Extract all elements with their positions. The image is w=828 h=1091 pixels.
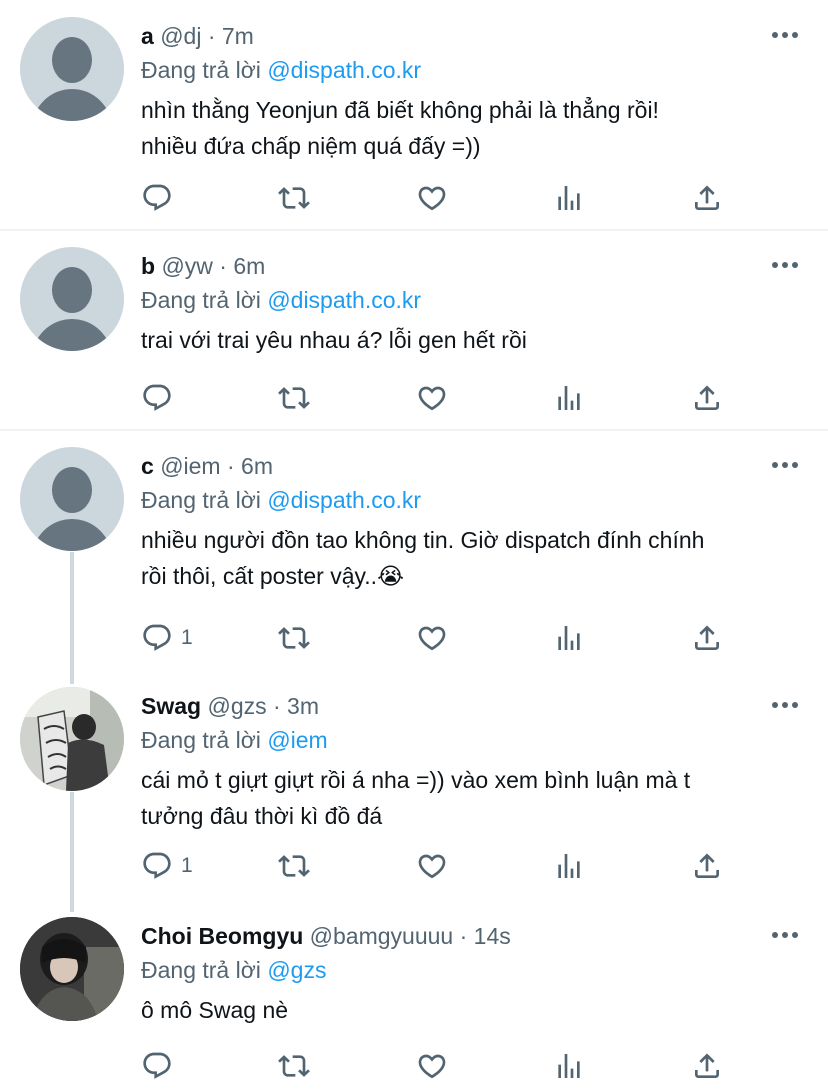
mention-link[interactable]: @dispath.co.kr [267,287,421,313]
retweet-icon [278,855,310,877]
action-bar [141,1048,741,1084]
tweet[interactable]: b @yw · 6m Đang trả lời @dispath.co.kr t… [0,230,828,430]
more-icon[interactable] [772,462,798,470]
retweet-icon [278,387,310,409]
views-icon [558,854,580,878]
mention-link[interactable]: @iem [267,727,327,753]
reply-icon [143,184,171,211]
reply-icon [143,852,171,879]
avatar[interactable] [20,447,124,551]
handle-time: @bamgyuuuu · 14s [309,923,511,949]
like-icon [418,626,446,651]
views-icon [558,186,580,210]
mention-link[interactable]: @dispath.co.kr [267,57,421,83]
views-button[interactable] [553,620,585,656]
tweet-text: cái mỏ t giựt giựt rồi á nha =)) vào xem… [141,767,691,829]
like-icon [418,386,446,411]
like-button[interactable] [416,180,448,216]
like-icon [418,854,446,879]
retweet-button[interactable] [278,180,310,216]
more-icon[interactable] [772,932,798,940]
handle-time: @yw · 6m [161,253,266,279]
views-icon [558,386,580,410]
more-icon[interactable] [772,262,798,270]
replying-to: Đang trả lời @dispath.co.kr [141,287,422,313]
tweet-text: nhiều người đồn tao không tin. Giờ dispa… [141,527,705,589]
replying-to: Đang trả lời @dispath.co.kr [141,487,422,513]
photo-avatar [20,917,124,1021]
mention-link[interactable]: @dispath.co.kr [267,487,421,513]
retweet-button[interactable] [278,620,310,656]
reply-button[interactable] [141,180,181,216]
views-button[interactable] [553,1048,585,1084]
reply-button[interactable] [141,380,181,416]
share-button[interactable] [691,180,723,216]
like-icon [418,186,446,211]
retweet-icon [278,627,310,649]
mention-link[interactable]: @gzs [267,957,326,983]
like-button[interactable] [416,380,448,416]
like-button[interactable] [416,848,448,884]
avatar[interactable] [20,917,124,1021]
action-bar [141,380,741,416]
display-name[interactable]: b [141,253,155,279]
reply-button[interactable]: 1 [141,620,193,656]
retweet-icon [278,187,310,209]
retweet-button[interactable] [278,848,310,884]
share-icon [695,853,719,878]
views-button[interactable] [553,180,585,216]
tweet[interactable]: Choi Beomgyu @bamgyuuuu · 14s Đang trả l… [0,900,828,1091]
share-icon [695,385,719,410]
share-icon [695,625,719,650]
like-button[interactable] [416,620,448,656]
views-button[interactable] [553,848,585,884]
share-icon [695,1053,719,1078]
handle-time: @dj · 7m [160,23,254,49]
action-bar: 1 [141,848,741,884]
retweet-button[interactable] [278,1048,310,1084]
share-button[interactable] [691,848,723,884]
handle-time: @gzs · 3m [207,693,319,719]
views-icon [558,1054,580,1078]
share-button[interactable] [691,620,723,656]
action-bar [141,180,741,216]
display-name[interactable]: c [141,453,154,479]
avatar[interactable] [20,17,124,121]
avatar[interactable] [20,247,124,351]
avatar[interactable] [20,687,124,791]
reply-icon [143,1052,171,1079]
display-name[interactable]: Choi Beomgyu [141,923,303,949]
like-button[interactable] [416,1048,448,1084]
views-button[interactable] [553,380,585,416]
more-icon[interactable] [772,32,798,40]
photo-avatar [20,687,124,791]
retweet-icon [278,1055,310,1077]
action-bar: 1 [141,620,741,656]
reply-icon [143,384,171,411]
reply-count: 1 [181,854,193,877]
handle-time: @iem · 6m [160,453,273,479]
like-icon [418,1054,446,1079]
display-name[interactable]: a [141,23,154,49]
views-icon [558,626,580,650]
tweet-text: ô mô Swag nè [141,997,289,1023]
share-button[interactable] [691,380,723,416]
reply-icon [143,624,171,651]
reply-button[interactable]: 1 [141,848,193,884]
tweet[interactable]: c @iem · 6m Đang trả lời @dispath.co.kr … [0,430,828,670]
replying-to: Đang trả lời @iem [141,727,328,753]
tweet[interactable]: a @dj · 7m Đang trả lời @dispath.co.kr n… [0,0,828,230]
share-icon [695,185,719,210]
more-icon[interactable] [772,702,798,710]
replying-to: Đang trả lời @dispath.co.kr [141,57,422,83]
reply-button[interactable] [141,1048,181,1084]
tweet[interactable]: Swag @gzs · 3m Đang trả lời @iem cái mỏ … [0,670,828,910]
replying-to: Đang trả lời @gzs [141,957,327,983]
tweet-text: trai với trai yêu nhau á? lỗi gen hết rồ… [141,327,527,353]
reply-count: 1 [181,626,193,649]
share-button[interactable] [691,1048,723,1084]
tweet-text: nhìn thằng Yeonjun đã biết không phải là… [141,97,659,159]
display-name[interactable]: Swag [141,693,201,719]
retweet-button[interactable] [278,380,310,416]
